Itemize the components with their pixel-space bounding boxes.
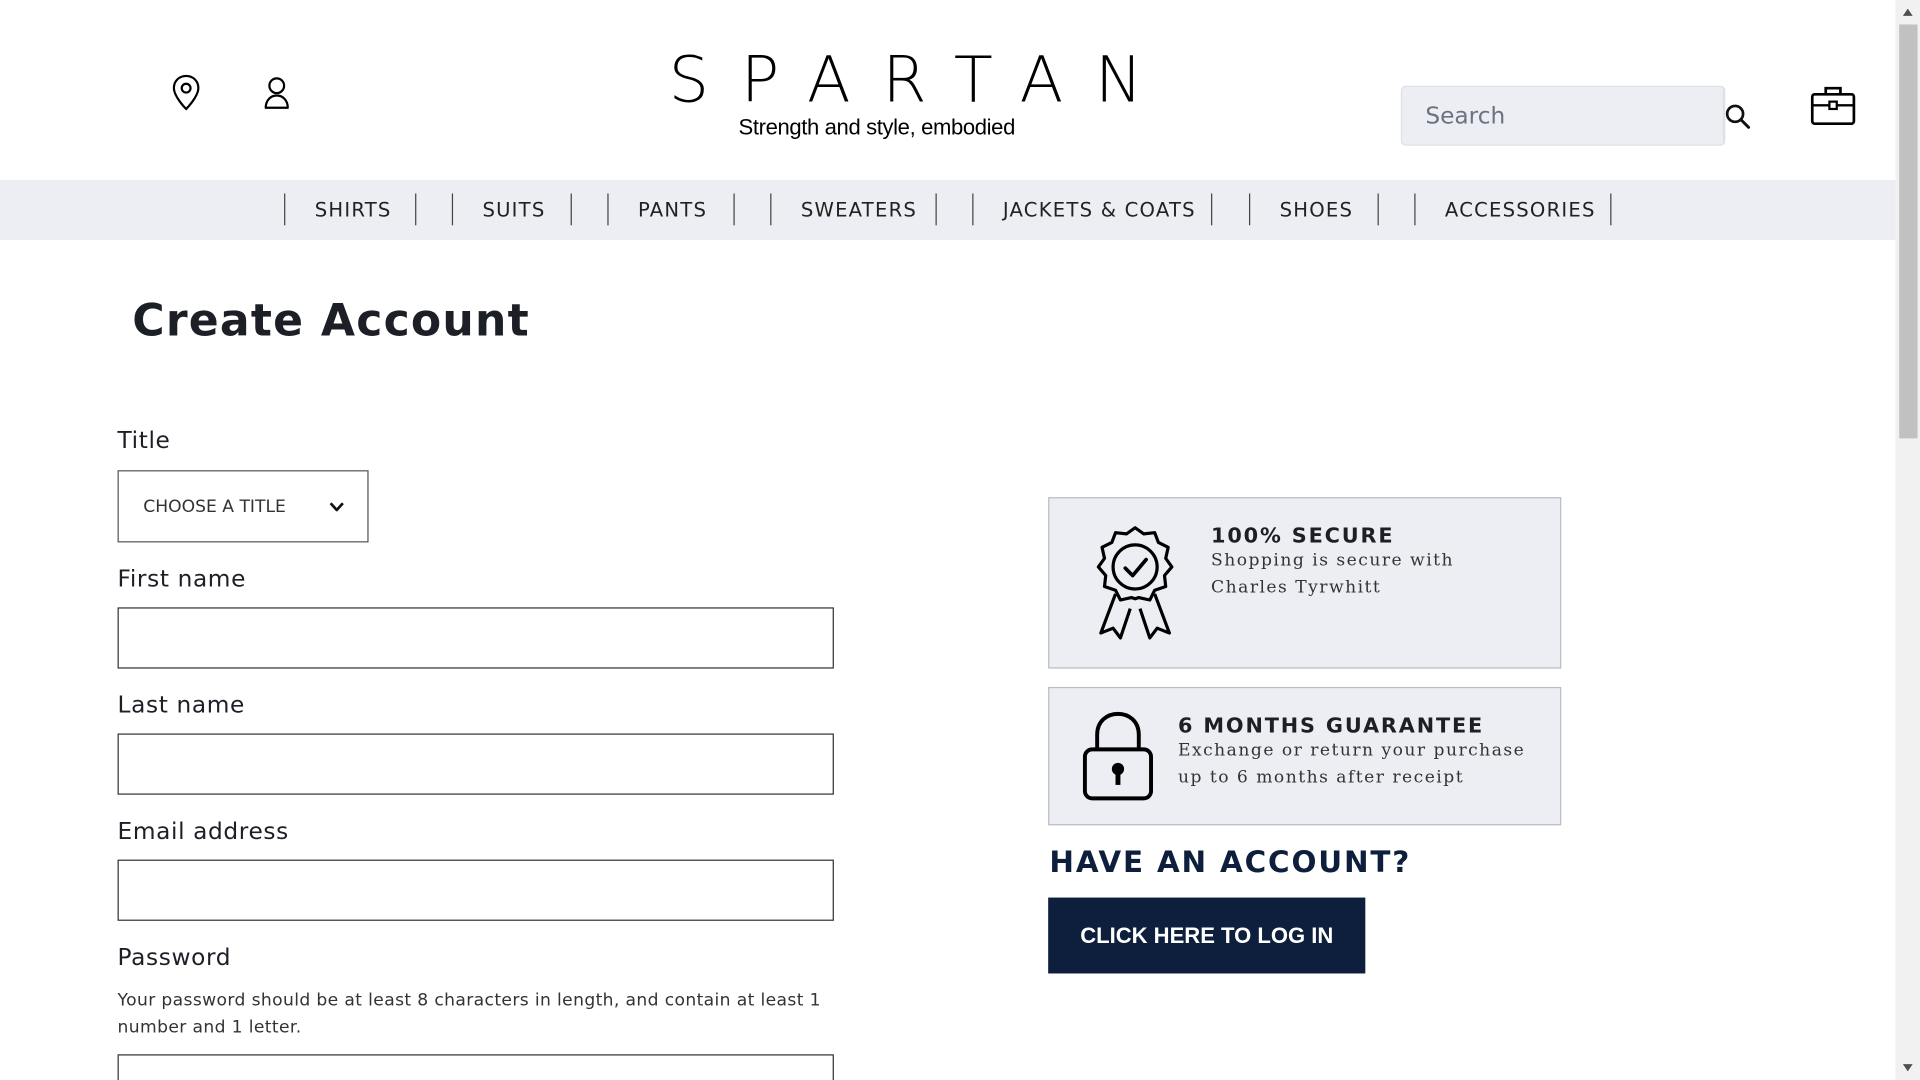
first-name-field[interactable] [117, 607, 834, 669]
guarantee-text: Exchange or return your purchase up to 6… [1177, 740, 1526, 788]
rosette-check-icon [1096, 526, 1174, 640]
page: SPARTAN Strength and style, embodied SHI… [0, 0, 1920, 1080]
shopping-bag-icon[interactable] [1810, 83, 1857, 127]
nav-divider [607, 193, 609, 226]
secure-text: Shopping is secure with Charles Tyrwhitt [1211, 551, 1455, 598]
login-button[interactable]: CLICK HERE TO LOG IN [1048, 897, 1366, 974]
nav-divider [284, 193, 286, 226]
title-label: Title [117, 427, 171, 455]
scroll-up-arrow-icon[interactable] [1902, 7, 1914, 17]
search-icon [1725, 103, 1751, 129]
email-label: Email address [117, 817, 289, 845]
search-input[interactable] [1402, 86, 1723, 145]
first-name-label: First name [117, 565, 247, 593]
guarantee-card: 6 MONTHS GUARANTEE Exchange or return yo… [1048, 686, 1562, 826]
secure-card: 100% SECURE Shopping is secure with Char… [1048, 497, 1562, 669]
user-icon[interactable] [260, 73, 294, 112]
category-nav: SHIRTS SUITS PANTS SWEATERS JACKETS & CO… [0, 180, 1896, 241]
password-field[interactable] [117, 1054, 834, 1080]
have-account-heading: HAVE AN ACCOUNT? [1049, 844, 1412, 880]
nav-item-sweaters[interactable]: SWEATERS [801, 192, 917, 226]
padlock-icon [1082, 711, 1153, 801]
nav-item-accessories[interactable]: ACCESSORIES [1445, 192, 1596, 226]
nav-divider [1610, 193, 1612, 226]
password-hint: Your password should be at least 8 chara… [117, 990, 821, 1038]
scrollbar-thumb[interactable] [1899, 24, 1918, 439]
nav-divider [972, 193, 974, 226]
nav-divider [570, 193, 572, 226]
last-name-label: Last name [117, 691, 245, 719]
last-name-field[interactable] [117, 733, 834, 795]
scroll-down-arrow-icon[interactable] [1902, 1063, 1914, 1073]
page-title: Create Account [132, 296, 530, 347]
vertical-scrollbar[interactable] [1895, 0, 1920, 1080]
nav-divider [1377, 193, 1379, 226]
nav-divider [1414, 193, 1416, 226]
brand-logo[interactable]: SPARTAN Strength and style, embodied [637, 44, 1175, 141]
password-label: Password [117, 944, 232, 972]
chevron-down-icon [329, 502, 344, 512]
map-pin-icon[interactable] [169, 73, 203, 112]
search-box [1400, 85, 1751, 146]
brand-tagline: Strength and style, embodied [738, 115, 1016, 140]
title-select-value: CHOOSE A TITLE [143, 496, 286, 517]
brand-name: SPARTAN [668, 44, 1175, 118]
nav-divider [1211, 193, 1213, 226]
nav-item-shoes[interactable]: SHOES [1280, 192, 1354, 226]
nav-divider [1248, 193, 1251, 226]
nav-divider [935, 193, 937, 226]
email-field[interactable] [117, 859, 834, 921]
nav-item-pants[interactable]: PANTS [638, 192, 707, 226]
search-button[interactable] [1722, 86, 1751, 145]
nav-divider [415, 193, 417, 226]
nav-item-shirts[interactable]: SHIRTS [315, 192, 392, 226]
guarantee-title: 6 MONTHS GUARANTEE [1177, 713, 1485, 739]
nav-divider [770, 193, 772, 226]
nav-item-suits[interactable]: SUITS [482, 192, 545, 226]
nav-divider [733, 193, 735, 226]
title-select[interactable]: CHOOSE A TITLE [117, 470, 369, 543]
nav-item-jackets-coats[interactable]: JACKETS & COATS [1003, 192, 1196, 226]
nav-divider [451, 193, 454, 226]
secure-title: 100% SECURE [1211, 524, 1395, 549]
site-header: SPARTAN Strength and style, embodied [0, 0, 1896, 181]
